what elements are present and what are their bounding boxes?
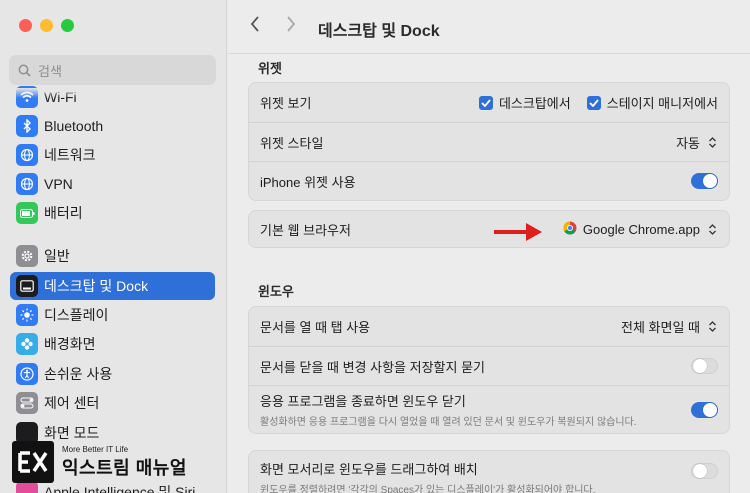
chevron-left-icon (250, 16, 259, 32)
sidebar-item-label: 데스크탑 및 Dock (44, 278, 149, 294)
default-browser-popup[interactable]: Google Chrome.app (563, 221, 718, 238)
chrome-icon (563, 221, 577, 238)
flower-icon (16, 333, 38, 355)
back-button[interactable] (250, 15, 260, 38)
windows-group: 문서를 열 때 탭 사용 전체 화면일 때 문서를 닫을 때 변경 사항을 저장… (248, 306, 730, 434)
sidebar: 검색 Wi-Fi Bluetooth 네트워크 VPN 배터리 (0, 0, 227, 493)
sidebar-item-desktop-dock[interactable]: 데스크탑 및 Dock (10, 272, 215, 300)
gear-icon (16, 245, 38, 267)
sidebar-item-network[interactable]: 네트워크 (10, 141, 215, 169)
chevron-right-icon (287, 16, 296, 32)
browser-group: 기본 웹 브라우저 Google Chrome.app (248, 210, 730, 248)
drag-tile-toggle[interactable] (691, 463, 718, 479)
sidebar-item-label: 배경화면 (44, 336, 96, 352)
default-browser-value: Google Chrome.app (582, 221, 700, 237)
prefer-tabs-popup[interactable]: 전체 화면일 때 (621, 317, 718, 336)
zoom-window-button[interactable] (61, 19, 74, 32)
watermark-logo: More Better IT Life 익스트림 매뉴얼 (12, 437, 212, 487)
row-prefer-tabs: 문서를 열 때 탭 사용 전체 화면일 때 (249, 307, 729, 346)
sidebar-item-general[interactable]: 일반 (10, 242, 215, 270)
on-desktop-checkbox[interactable] (478, 95, 493, 110)
on-stage-manager-label: 스테이지 매니저에서 (606, 96, 718, 111)
sidebar-item-vpn[interactable]: VPN (10, 170, 215, 198)
sidebar-item-wallpaper[interactable]: 배경화면 (10, 330, 215, 358)
chevron-up-down-icon (706, 221, 718, 237)
battery-icon (16, 202, 38, 224)
prefer-tabs-value: 전체 화면일 때 (621, 320, 700, 335)
sidebar-item-accessibility[interactable]: 손쉬운 사용 (10, 360, 215, 388)
chevron-up-down-icon (706, 134, 718, 150)
close-windows-label: 응용 프로그램을 종료하면 윈도우 닫기 (260, 394, 466, 409)
row-drag-tile: 화면 모서리로 윈도우를 드래그하여 배치 윈도우를 정렬하려면 '각각의 Sp… (249, 451, 729, 493)
sidebar-item-label: 손쉬운 사용 (44, 366, 113, 382)
globe-icon (16, 144, 38, 166)
row-close-windows: 응용 프로그램을 종료하면 윈도우 닫기 활성화하면 응용 프로그램을 다시 열… (249, 385, 729, 433)
widget-style-label: 위젯 스타일 (260, 135, 324, 151)
row-ask-keep-changes: 문서를 닫을 때 변경 사항을 저장할지 묻기 (249, 346, 729, 385)
sidebar-item-bluetooth[interactable]: Bluetooth (10, 112, 215, 140)
sidebar-item-label: VPN (44, 176, 73, 192)
show-widgets-label: 위젯 보기 (260, 96, 312, 111)
vpn-globe-icon (16, 173, 38, 195)
sidebar-item-battery[interactable]: 배터리 (10, 199, 215, 227)
row-widget-style: 위젯 스타일 자동 (249, 122, 729, 161)
main-content: 데스크탑 및 Dock 위젯 위젯 보기 데스크탑에서 스테이지 매니저에서 위… (228, 0, 750, 493)
checkmark-icon (589, 98, 599, 107)
dock-icon (16, 275, 38, 297)
tiling-group: 화면 모서리로 윈도우를 드래그하여 배치 윈도우를 정렬하려면 '각각의 Sp… (248, 450, 730, 493)
annotation-arrow-icon (494, 223, 542, 241)
prefer-tabs-label: 문서를 열 때 탭 사용 (260, 320, 371, 335)
close-window-button[interactable] (19, 19, 32, 32)
section-title-widgets: 위젯 (258, 61, 282, 76)
widget-style-value: 자동 (676, 135, 700, 151)
widget-style-popup[interactable]: 자동 (676, 133, 718, 152)
row-show-widgets: 위젯 보기 데스크탑에서 스테이지 매니저에서 (249, 83, 729, 122)
sun-icon (16, 304, 38, 326)
ask-keep-changes-label: 문서를 닫을 때 변경 사항을 저장할지 묻기 (260, 359, 485, 375)
search-input[interactable]: 검색 (9, 55, 216, 85)
drag-tile-description: 윈도우를 정렬하려면 '각각의 Spaces가 있는 디스플레이'가 활성화되어… (260, 485, 596, 493)
close-windows-toggle[interactable] (691, 402, 718, 418)
default-browser-label: 기본 웹 브라우저 (260, 222, 351, 238)
watermark-brand: 익스트림 매뉴얼 (62, 457, 187, 478)
scroll-fade (0, 88, 226, 98)
accessibility-icon (16, 363, 38, 385)
iphone-widgets-label: iPhone 위젯 사용 (260, 174, 356, 190)
control-center-icon (16, 392, 38, 414)
toolbar: 데스크탑 및 Dock (228, 0, 750, 54)
bluetooth-icon (16, 115, 38, 137)
sidebar-item-label: 일반 (44, 248, 70, 264)
ask-keep-changes-toggle[interactable] (691, 358, 718, 374)
drag-tile-label: 화면 모서리로 윈도우를 드래그하여 배치 (260, 462, 478, 477)
close-windows-description: 활성화하면 응용 프로그램을 다시 열었을 때 열려 있던 문서 및 윈도우가 … (260, 417, 637, 428)
search-placeholder: 검색 (38, 63, 62, 79)
row-iphone-widgets: iPhone 위젯 사용 (249, 161, 729, 200)
widgets-group: 위젯 보기 데스크탑에서 스테이지 매니저에서 위젯 스타일 자동 iPhone… (248, 82, 730, 201)
chevron-up-down-icon (706, 319, 718, 335)
sidebar-item-label: 네트워크 (44, 147, 96, 163)
on-stage-manager-checkbox[interactable] (586, 95, 601, 110)
forward-button[interactable] (286, 15, 296, 38)
sidebar-item-label: 제어 센터 (44, 395, 100, 411)
checkmark-icon (481, 98, 491, 107)
page-title: 데스크탑 및 Dock (318, 23, 440, 40)
window-controls (19, 19, 74, 32)
watermark-logo-mark (12, 441, 54, 483)
on-desktop-label: 데스크탑에서 (498, 96, 571, 111)
minimize-window-button[interactable] (40, 19, 53, 32)
sidebar-item-control-center[interactable]: 제어 센터 (10, 389, 215, 417)
search-icon (18, 64, 31, 77)
row-default-browser: 기본 웹 브라우저 Google Chrome.app (249, 211, 729, 247)
sidebar-item-label: Bluetooth (44, 118, 104, 134)
section-title-windows: 윈도우 (258, 284, 294, 299)
iphone-widgets-toggle[interactable] (691, 173, 718, 189)
watermark-tagline: More Better IT Life (62, 444, 129, 454)
sidebar-item-label: 배터리 (44, 205, 83, 221)
sidebar-item-displays[interactable]: 디스플레이 (10, 301, 215, 329)
sidebar-item-label: 디스플레이 (44, 307, 109, 323)
